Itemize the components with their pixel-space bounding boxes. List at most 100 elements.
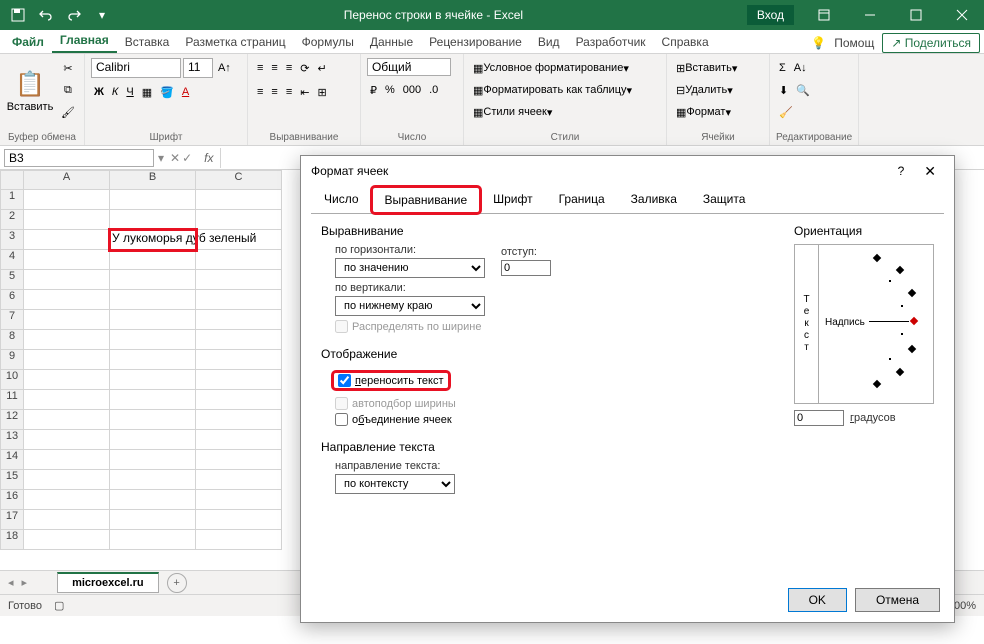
ribbon-options-icon[interactable] [802, 0, 846, 30]
row-header[interactable]: 11 [0, 390, 24, 410]
copy-icon[interactable]: ⧉ [58, 80, 78, 100]
tab-help[interactable]: Справка [654, 31, 717, 53]
font-name-combo[interactable]: Calibri [91, 58, 181, 78]
underline-button[interactable]: Ч [123, 82, 136, 102]
cell[interactable] [24, 490, 110, 510]
col-header-b[interactable]: B [110, 170, 196, 190]
select-all-corner[interactable] [0, 170, 24, 190]
bold-button[interactable]: Ж [91, 82, 107, 102]
vertical-align-select[interactable]: по нижнему краю [335, 296, 485, 316]
orientation-control[interactable]: Текст Надпись [794, 244, 934, 404]
enter-formula-icon[interactable]: ✓ [182, 151, 192, 165]
align-right-icon[interactable]: ≡ [283, 82, 295, 102]
cell[interactable] [196, 270, 282, 290]
row-header[interactable]: 3 [0, 230, 24, 250]
format-cells-button[interactable]: ▦ Формат ▾ [673, 102, 763, 122]
dlg-tab-number[interactable]: Число [311, 186, 372, 212]
tab-file[interactable]: Файл [4, 31, 52, 53]
row-header[interactable]: 4 [0, 250, 24, 270]
currency-icon[interactable]: ₽ [367, 80, 380, 100]
cell[interactable] [196, 430, 282, 450]
insert-cells-button[interactable]: ⊞ Вставить ▾ [673, 58, 763, 78]
tab-formulas[interactable]: Формулы [294, 31, 362, 53]
cell[interactable] [24, 230, 110, 250]
merge-icon[interactable]: ⊞ [314, 82, 329, 102]
cancel-formula-icon[interactable]: ✕ [170, 151, 180, 165]
cell[interactable] [110, 530, 196, 550]
cell[interactable] [196, 330, 282, 350]
cell[interactable] [110, 470, 196, 490]
row-header[interactable]: 8 [0, 330, 24, 350]
clear-icon[interactable]: 🧹 [776, 102, 796, 122]
orientation-dial[interactable]: Надпись [819, 245, 933, 403]
maximize-icon[interactable] [894, 0, 938, 30]
row-header[interactable]: 15 [0, 470, 24, 490]
cell[interactable] [24, 430, 110, 450]
cancel-button[interactable]: Отмена [855, 588, 940, 612]
font-color-icon[interactable]: А [179, 82, 192, 102]
tab-view[interactable]: Вид [530, 31, 568, 53]
redo-icon[interactable] [62, 3, 86, 27]
cell[interactable]: У лукоморья дуб зеленый [110, 230, 196, 250]
tab-insert[interactable]: Вставка [117, 31, 178, 53]
increase-font-icon[interactable]: A↑ [215, 58, 234, 78]
cell[interactable] [196, 490, 282, 510]
cell[interactable] [24, 450, 110, 470]
cell[interactable] [196, 290, 282, 310]
cell[interactable] [24, 250, 110, 270]
cell[interactable] [196, 530, 282, 550]
row-header[interactable]: 12 [0, 410, 24, 430]
percent-icon[interactable]: % [382, 80, 398, 100]
dialog-help-icon[interactable]: ? [898, 164, 905, 178]
paste-button[interactable]: 📋 Вставить [6, 58, 54, 124]
border-icon[interactable]: ▦ [139, 82, 155, 102]
font-size-combo[interactable]: 11 [183, 58, 213, 78]
italic-button[interactable]: К [109, 82, 121, 102]
format-painter-icon[interactable]: 🖌 [58, 102, 78, 122]
row-header[interactable]: 18 [0, 530, 24, 550]
cell[interactable] [110, 510, 196, 530]
autosum-icon[interactable]: Σ [776, 58, 789, 78]
cell[interactable] [196, 470, 282, 490]
row-header[interactable]: 13 [0, 430, 24, 450]
increase-decimal-icon[interactable]: .0 [426, 80, 441, 100]
align-center-icon[interactable]: ≡ [268, 82, 280, 102]
cell[interactable] [24, 470, 110, 490]
cell[interactable] [196, 450, 282, 470]
row-header[interactable]: 17 [0, 510, 24, 530]
wrap-text-checkbox[interactable] [338, 374, 351, 387]
cell[interactable] [196, 410, 282, 430]
row-header[interactable]: 6 [0, 290, 24, 310]
cell[interactable] [110, 290, 196, 310]
cell[interactable] [196, 510, 282, 530]
add-sheet-button[interactable]: + [167, 573, 187, 593]
qat-dropdown-icon[interactable]: ▾ [90, 3, 114, 27]
wrap-text-icon[interactable]: ↵ [314, 58, 329, 78]
cut-icon[interactable]: ✂ [58, 58, 78, 78]
close-icon[interactable] [940, 0, 984, 30]
cell[interactable] [24, 330, 110, 350]
merge-cells-checkbox[interactable] [335, 413, 348, 426]
fill-icon[interactable]: ⬇ [776, 80, 791, 100]
cell[interactable] [110, 410, 196, 430]
undo-icon[interactable] [34, 3, 58, 27]
cell[interactable] [196, 250, 282, 270]
cell[interactable] [110, 390, 196, 410]
cell[interactable] [110, 190, 196, 210]
cell[interactable] [24, 310, 110, 330]
row-header[interactable]: 16 [0, 490, 24, 510]
tab-data[interactable]: Данные [362, 31, 421, 53]
dialog-close-icon[interactable]: ✕ [916, 159, 944, 184]
col-header-c[interactable]: C [196, 170, 282, 190]
row-header[interactable]: 2 [0, 210, 24, 230]
text-direction-select[interactable]: по контексту [335, 474, 455, 494]
cell[interactable] [24, 290, 110, 310]
cell[interactable] [196, 390, 282, 410]
conditional-formatting-button[interactable]: ▦ Условное форматирование ▾ [470, 58, 660, 78]
tell-me-icon[interactable]: 💡 [811, 36, 826, 50]
cell[interactable] [110, 330, 196, 350]
login-button[interactable]: Вход [747, 5, 794, 25]
decrease-indent-icon[interactable]: ⇤ [297, 82, 312, 102]
dlg-tab-border[interactable]: Граница [546, 186, 618, 212]
fill-color-icon[interactable]: 🪣 [157, 82, 177, 102]
